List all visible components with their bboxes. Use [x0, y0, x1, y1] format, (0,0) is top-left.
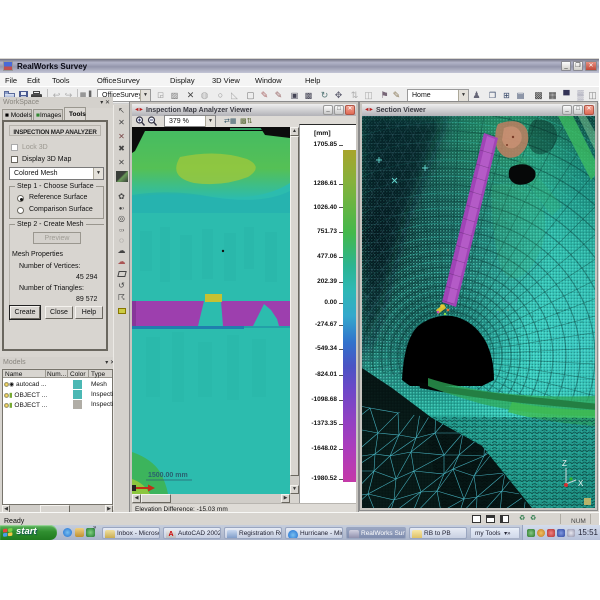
svg-text:X: X [578, 479, 584, 488]
svg-text:Z: Z [562, 459, 567, 468]
svg-text:1500.00 mm: 1500.00 mm [148, 472, 188, 479]
